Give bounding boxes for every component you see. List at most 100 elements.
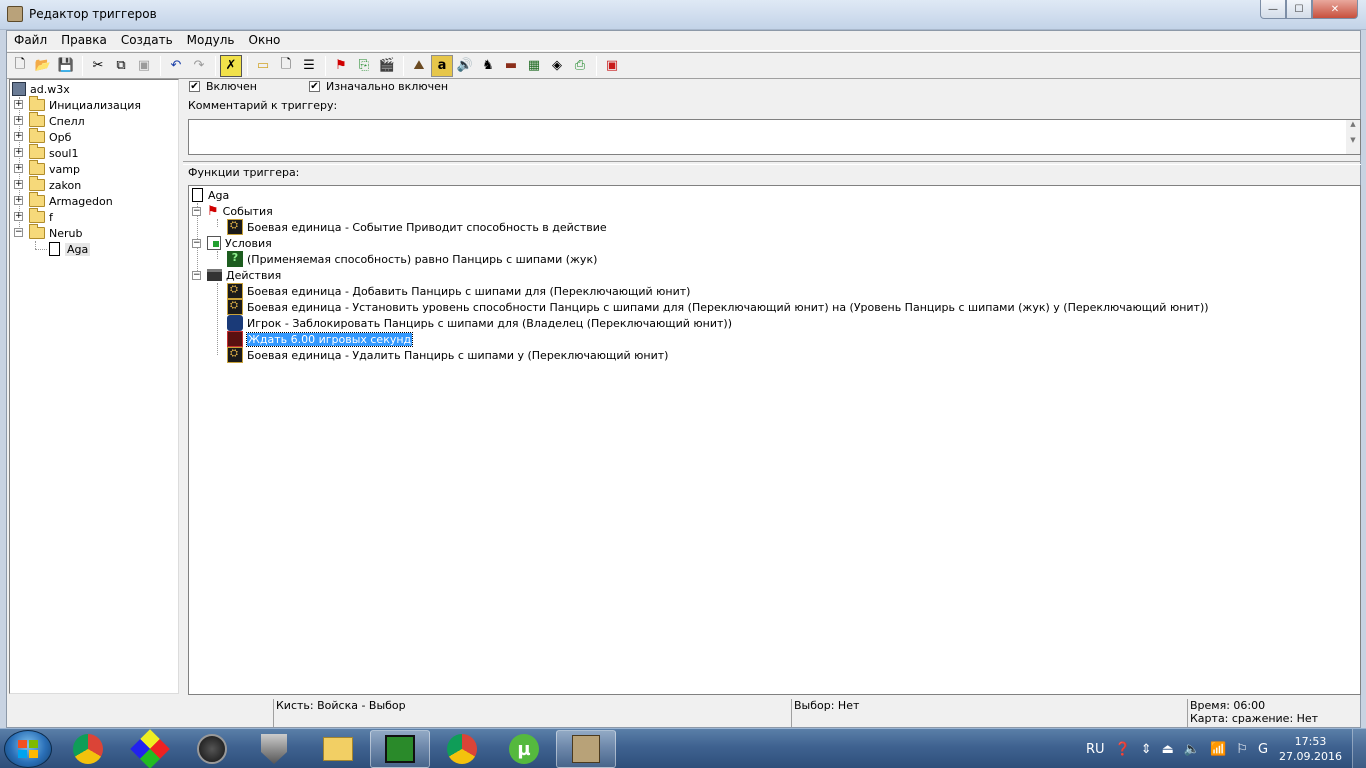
expand-icon[interactable]: + [14, 132, 23, 141]
tree-folder[interactable]: + Инициализация [14, 96, 141, 113]
taskbar-world-editor[interactable] [556, 730, 616, 768]
new-icon[interactable]: 🗋 [9, 55, 31, 77]
action-item[interactable]: Боевая единица - Установить уровень спос… [227, 299, 1209, 315]
network-icon[interactable]: 📶 [1210, 742, 1226, 757]
tank-shield-icon [261, 734, 287, 764]
help-icon[interactable]: ❓ [1115, 742, 1131, 757]
close-button[interactable]: ✕ [1312, 0, 1358, 19]
enabled-checkbox[interactable]: ✔ [189, 81, 200, 92]
save-icon[interactable]: 💾 [55, 55, 77, 77]
expand-icon[interactable]: + [14, 196, 23, 205]
action-item[interactable]: Игрок - Заблокировать Панцирь с шипами д… [227, 315, 732, 331]
new-trigger-icon[interactable]: 🗋 [275, 55, 297, 77]
tree-folder[interactable]: + f [14, 208, 53, 225]
collapse-icon[interactable]: − [192, 270, 201, 280]
initially-on-checkbox[interactable]: ✔ [309, 81, 320, 92]
taskbar-media[interactable] [370, 730, 430, 768]
comment-scrollbar[interactable]: ▲ ▼ [1346, 120, 1360, 154]
initially-on-checkbox-row[interactable]: ✔ Изначально включен [309, 80, 448, 93]
show-desktop-button[interactable] [1352, 729, 1366, 768]
expand-icon[interactable]: + [14, 116, 23, 125]
tree-folder[interactable]: + vamp [14, 160, 80, 177]
paste-icon[interactable]: ▣ [133, 55, 155, 77]
unit-icon[interactable]: ♞ [477, 55, 499, 77]
new-event-icon[interactable]: ⚑ [330, 55, 352, 77]
tree-folder-open[interactable]: − Nerub [14, 224, 82, 241]
taskbar-rubik[interactable] [120, 729, 180, 768]
tree-trigger-selected[interactable]: Aga [49, 241, 91, 257]
undo-icon[interactable]: ↶ [165, 55, 187, 77]
menu-create[interactable]: Создать [114, 31, 180, 51]
status-time: Время: 06:00 [1190, 699, 1266, 712]
chrome-icon [73, 734, 103, 764]
maximize-button[interactable]: ☐ [1286, 0, 1312, 19]
sound-icon[interactable]: 🔊 [454, 55, 476, 77]
tree-folder[interactable]: + Armagedon [14, 192, 113, 209]
text-icon[interactable]: a [431, 54, 453, 77]
unit-icon [227, 283, 243, 299]
expand-icon[interactable]: + [14, 212, 23, 221]
collapse-icon[interactable]: − [192, 206, 201, 216]
new-comment-icon[interactable]: ☰ [298, 55, 320, 77]
tree-folder[interactable]: + Орб [14, 128, 71, 145]
menu-file[interactable]: Файл [7, 31, 54, 51]
enabled-checkbox-row[interactable]: ✔ Включен [189, 80, 257, 93]
collapse-icon[interactable]: − [14, 228, 23, 237]
clock[interactable]: 17:53 27.09.2016 [1279, 734, 1342, 764]
event-item[interactable]: Боевая единица - Событие Приводит способ… [227, 219, 607, 235]
start-button[interactable] [4, 730, 52, 768]
taskbar-explorer[interactable] [308, 730, 368, 768]
trigger-name: Aga [208, 188, 230, 202]
taskbar-chrome-2[interactable] [432, 730, 492, 768]
menu-edit[interactable]: Правка [54, 31, 114, 51]
app-tray-icon[interactable]: G [1258, 742, 1268, 757]
taskbar-game1[interactable] [182, 730, 242, 768]
action-text: Боевая единица - Добавить Панцирь с шипа… [247, 284, 691, 298]
tree-folder[interactable]: + zakon [14, 176, 81, 193]
new-condition-icon[interactable]: ⎘ [353, 55, 375, 77]
action-item[interactable]: Боевая единица - Удалить Панцирь с шипам… [227, 347, 668, 363]
open-icon[interactable]: 📂 [32, 55, 54, 77]
tree-root[interactable]: ad.w3x [12, 81, 70, 97]
action-item[interactable]: Боевая единица - Добавить Панцирь с шипа… [227, 283, 690, 299]
usb-icon[interactable]: ⏏ [1162, 742, 1174, 757]
doodad-icon[interactable]: ▬ [500, 55, 522, 77]
tree-folder[interactable]: + soul1 [14, 144, 79, 161]
delete-icon[interactable]: ✗ [220, 54, 242, 77]
copy-icon[interactable]: ⧉ [110, 55, 132, 77]
new-action-icon[interactable]: 🎬 [376, 55, 398, 77]
action-item-selected[interactable]: Ждать 6.00 игровых секунд [227, 331, 414, 347]
comment-textarea[interactable]: ▲ ▼ [188, 119, 1361, 155]
menu-module[interactable]: Модуль [180, 31, 242, 51]
conditions-node[interactable]: − Условия [192, 235, 272, 251]
new-category-icon[interactable]: ▭ [252, 55, 274, 77]
expand-icon[interactable]: + [14, 180, 23, 189]
expand-icon[interactable]: + [14, 148, 23, 157]
flag-tray-icon[interactable]: ⚐ [1236, 742, 1248, 757]
expand-icon[interactable]: + [14, 100, 23, 109]
test-map-icon[interactable]: ▣ [601, 55, 623, 77]
tray-expand-icon[interactable]: ⇕ [1141, 742, 1152, 757]
taskbar-utorrent[interactable]: µ [494, 730, 554, 768]
events-node[interactable]: − ⚑ События [192, 203, 273, 219]
redo-icon[interactable]: ↷ [188, 55, 210, 77]
terrain-icon[interactable]: ⛰ [408, 55, 430, 77]
minimize-button[interactable]: — [1260, 0, 1286, 19]
tree-line [217, 283, 218, 355]
ai-icon[interactable]: ◈ [546, 55, 568, 77]
actions-node[interactable]: − Действия [192, 267, 281, 283]
tree-folder[interactable]: + Спелл [14, 112, 85, 129]
collapse-icon[interactable]: − [192, 238, 201, 248]
import-icon[interactable]: ⎙ [569, 55, 591, 77]
trigger-root-node[interactable]: Aga [192, 187, 229, 203]
volume-icon[interactable]: 🔈 [1184, 742, 1200, 757]
expand-icon[interactable]: + [14, 164, 23, 173]
cut-icon[interactable]: ✂ [87, 55, 109, 77]
taskbar-chrome[interactable] [58, 730, 118, 768]
object-icon[interactable]: ▦ [523, 55, 545, 77]
taskbar-world-of-tanks[interactable] [244, 730, 304, 768]
splitter[interactable] [183, 161, 1361, 165]
language-indicator[interactable]: RU [1086, 742, 1105, 757]
condition-item[interactable]: ? (Применяемая способность) равно Панцир… [227, 251, 597, 267]
menu-window[interactable]: Окно [242, 31, 288, 51]
